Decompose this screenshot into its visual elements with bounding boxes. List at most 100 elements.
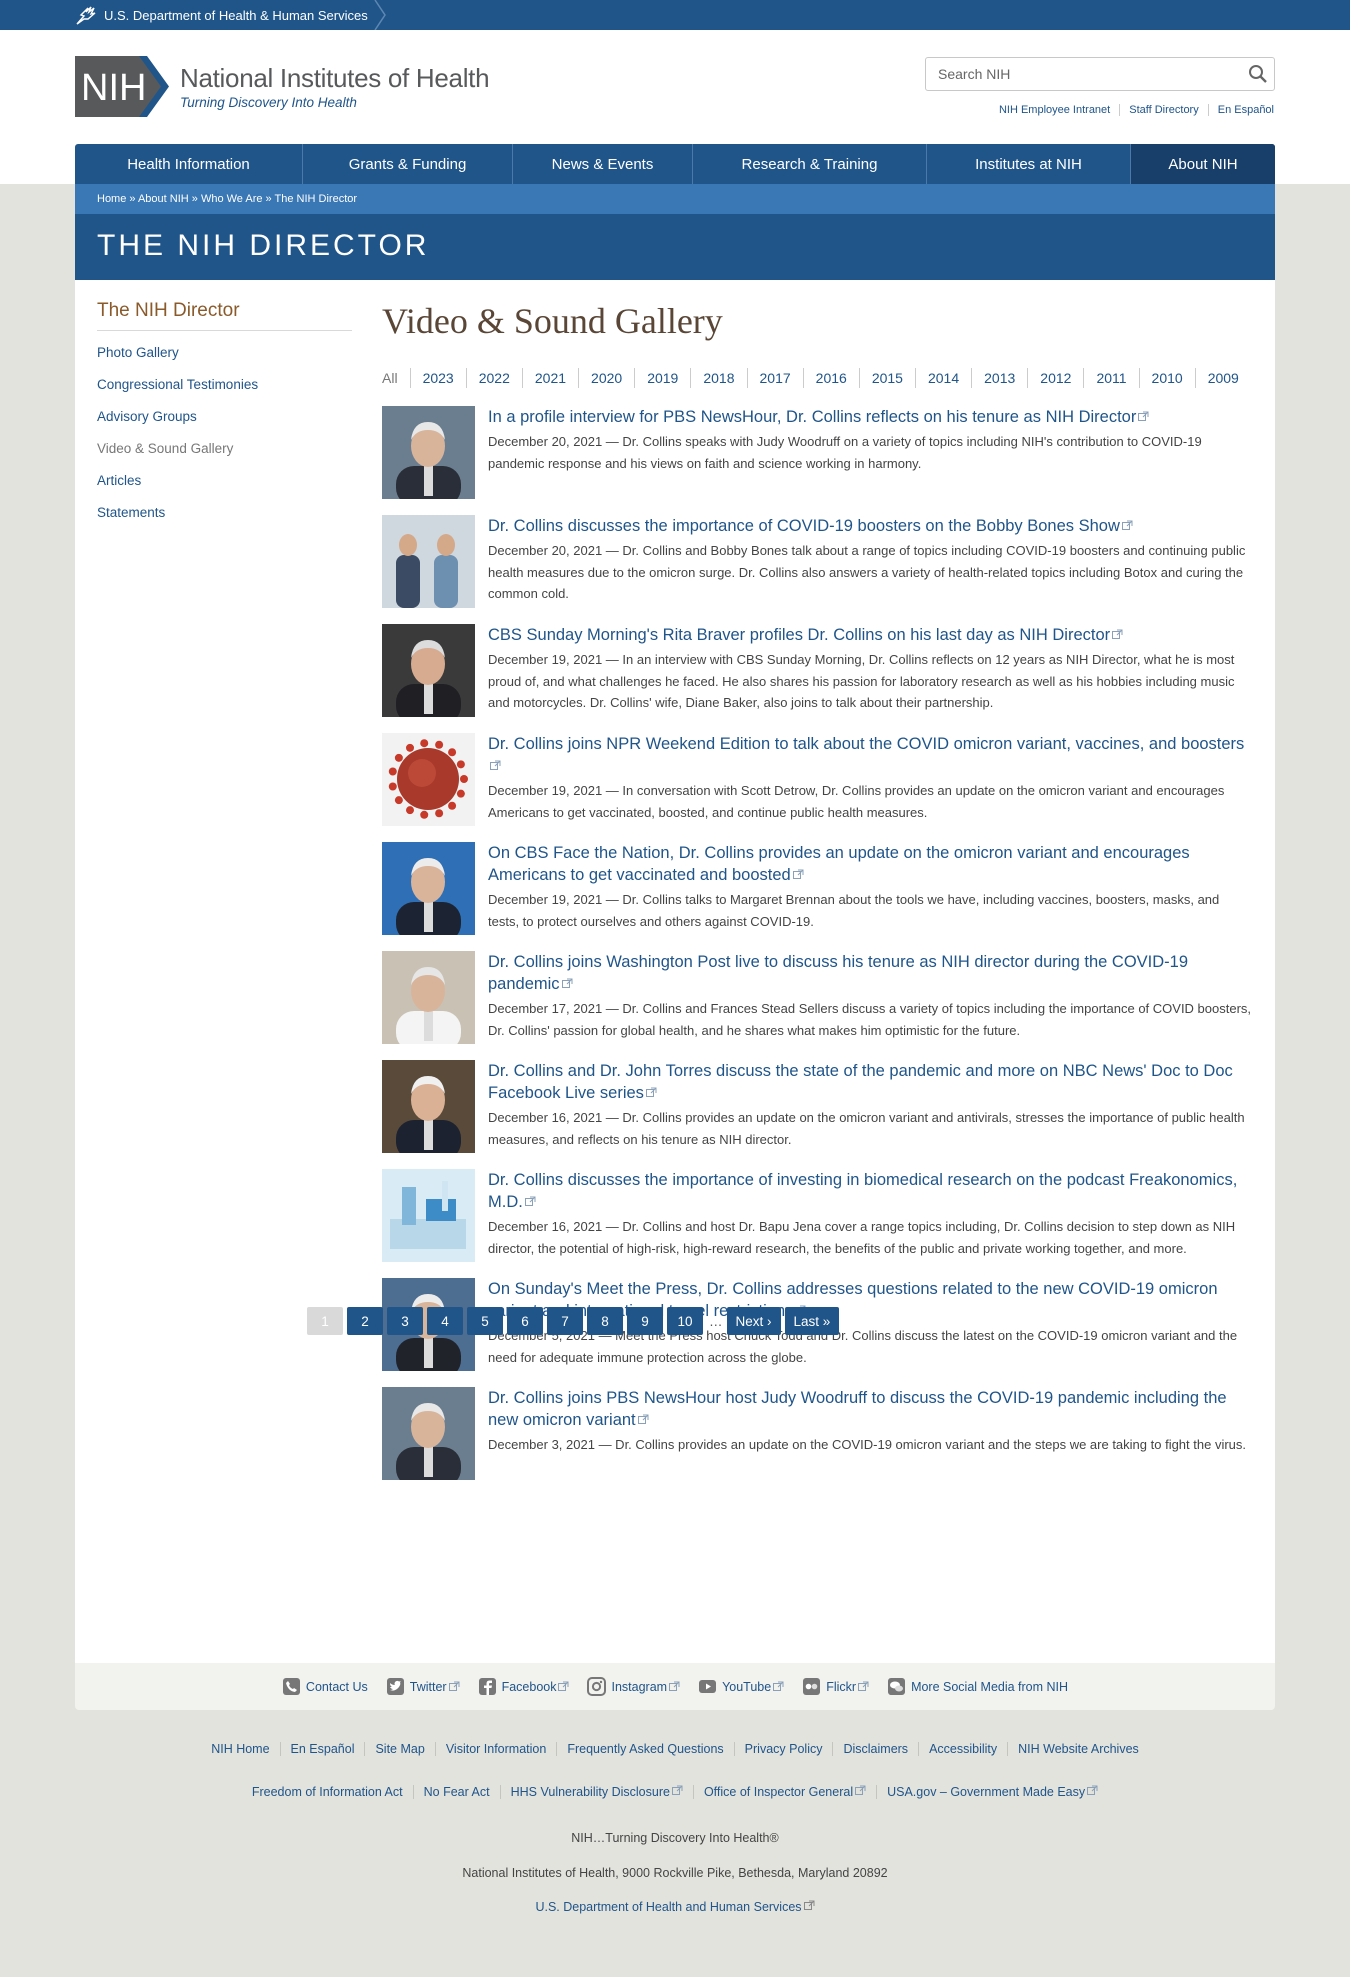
sidebar-heading[interactable]: The NIH Director (97, 300, 352, 331)
page-link-10[interactable]: 10 (667, 1307, 703, 1335)
footer-link[interactable]: Frequently Asked Questions (556, 1742, 733, 1756)
footer-link[interactable]: HHS Vulnerability Disclosure (499, 1785, 693, 1799)
gallery-item-title[interactable]: Dr. Collins joins NPR Weekend Edition to… (488, 735, 1244, 775)
footer-link[interactable]: Freedom of Information Act (242, 1785, 413, 1799)
nav-news-events[interactable]: News & Events (513, 144, 693, 184)
gallery-item-title[interactable]: On CBS Face the Nation, Dr. Collins prov… (488, 844, 1190, 884)
social-link-chat[interactable]: More Social Media from NIH (887, 1677, 1068, 1696)
external-link-icon (637, 1409, 649, 1424)
social-link-phone[interactable]: Contact Us (282, 1677, 368, 1696)
video-thumbnail[interactable] (382, 1060, 475, 1153)
year-filter-2023[interactable]: 2023 (409, 368, 466, 388)
video-thumbnail[interactable] (382, 624, 475, 717)
footer-link[interactable]: NIH Home (201, 1742, 279, 1756)
section-title-bar: THE NIH DIRECTOR (75, 214, 1275, 280)
social-link-facebook[interactable]: Facebook (478, 1677, 570, 1696)
video-thumbnail[interactable] (382, 733, 475, 826)
sidebar-item-statements: Statements (97, 503, 352, 535)
page-link-8[interactable]: 8 (587, 1307, 623, 1335)
year-filter-2012[interactable]: 2012 (1027, 368, 1083, 388)
year-filter-2016[interactable]: 2016 (802, 368, 859, 388)
page-link-3[interactable]: 3 (387, 1307, 423, 1335)
social-label: Instagram (611, 1679, 668, 1694)
hhs-link[interactable]: U.S. Department of Health & Human Servic… (74, 0, 368, 30)
year-filter-2010[interactable]: 2010 (1138, 368, 1195, 388)
footer-hhs-link[interactable]: U.S. Department of Health and Human Serv… (535, 1900, 815, 1914)
staff-directory-link[interactable]: Staff Directory (1119, 104, 1208, 116)
page-link-2[interactable]: 2 (347, 1307, 383, 1335)
en-espanol-link[interactable]: En Español (1207, 104, 1274, 116)
footer-address: National Institutes of Health, 9000 Rock… (462, 1866, 888, 1880)
twitter-icon (386, 1677, 405, 1696)
social-link-instagram[interactable]: Instagram (587, 1677, 680, 1696)
year-filter-2020[interactable]: 2020 (578, 368, 634, 388)
last-page-button[interactable]: Last » (784, 1307, 840, 1335)
video-thumbnail[interactable] (382, 951, 475, 1044)
page-link-7[interactable]: 7 (547, 1307, 583, 1335)
video-thumbnail[interactable] (382, 515, 475, 608)
social-link-twitter[interactable]: Twitter (386, 1677, 460, 1696)
footer-link[interactable]: Privacy Policy (733, 1742, 833, 1756)
nav-grants-funding[interactable]: Grants & Funding (303, 144, 513, 184)
footer-link[interactable]: No Fear Act (412, 1785, 500, 1799)
hhs-label: U.S. Department of Health & Human Servic… (104, 7, 368, 23)
gallery-item-title[interactable]: Dr. Collins discusses the importance of … (488, 517, 1133, 535)
video-thumbnail[interactable] (382, 1169, 475, 1262)
year-filter-2009[interactable]: 2009 (1194, 368, 1251, 388)
gallery-item-title[interactable]: In a profile interview for PBS NewsHour,… (488, 408, 1149, 426)
gallery-item-title[interactable]: Dr. Collins joins Washington Post live t… (488, 953, 1188, 993)
year-filter-2018[interactable]: 2018 (690, 368, 746, 388)
year-filter-2022[interactable]: 2022 (465, 368, 522, 388)
nav-about-nih[interactable]: About NIH (1131, 144, 1275, 184)
page-link-4[interactable]: 4 (427, 1307, 463, 1335)
sidebar-link[interactable]: Statements (97, 505, 165, 520)
video-thumbnail[interactable] (382, 842, 475, 935)
gallery-item-title[interactable]: Dr. Collins and Dr. John Torres discuss … (488, 1062, 1233, 1102)
footer-link[interactable]: Office of Inspector General (692, 1785, 876, 1799)
footer-link[interactable]: Disclaimers (832, 1742, 918, 1756)
hhs-eagle-icon (74, 4, 98, 26)
nav-health-information[interactable]: Health Information (75, 144, 303, 184)
footer-link[interactable]: En Español (279, 1742, 365, 1756)
sidebar-link[interactable]: Advisory Groups (97, 409, 197, 424)
year-filter-2014[interactable]: 2014 (914, 368, 971, 388)
phone-icon (282, 1677, 301, 1696)
nih-logo[interactable]: NIH National Institutes of Health Turnin… (75, 56, 490, 117)
page-link-5[interactable]: 5 (467, 1307, 503, 1335)
gallery-item-title[interactable]: CBS Sunday Morning's Rita Braver profile… (488, 626, 1123, 644)
search-input[interactable] (926, 58, 1226, 90)
footer-link[interactable]: USA.gov – Government Made Easy (876, 1785, 1108, 1799)
social-link-youtube[interactable]: YouTube (698, 1677, 784, 1696)
year-filter-2015[interactable]: 2015 (858, 368, 915, 388)
footer-link[interactable]: Accessibility (918, 1742, 1007, 1756)
footer-link-text: Freedom of Information Act (251, 1785, 403, 1799)
gallery-item-title[interactable]: Dr. Collins joins PBS NewsHour host Judy… (488, 1389, 1227, 1429)
sidebar-link[interactable]: Photo Gallery (97, 345, 179, 360)
footer-link[interactable]: NIH Website Archives (1007, 1742, 1149, 1756)
next-page-button[interactable]: Next › (726, 1307, 781, 1335)
breadcrumb-text[interactable]: Home » About NIH » Who We Are » The NIH … (97, 193, 357, 205)
logo-tagline: Turning Discovery Into Health (180, 95, 357, 110)
footer-link[interactable]: Site Map (364, 1742, 434, 1756)
year-filter-2019[interactable]: 2019 (634, 368, 690, 388)
video-thumbnail[interactable] (382, 406, 475, 499)
sidebar-link[interactable]: Congressional Testimonies (97, 377, 258, 392)
employee-intranet-link[interactable]: NIH Employee Intranet (990, 104, 1119, 116)
search-icon[interactable] (1248, 64, 1268, 84)
social-link-flickr[interactable]: Flickr (802, 1677, 869, 1696)
utility-links: NIH Employee Intranet Staff Directory En… (990, 104, 1274, 116)
nav-institutes[interactable]: Institutes at NIH (927, 144, 1131, 184)
year-filter-2011[interactable]: 2011 (1083, 368, 1138, 388)
page-link-6[interactable]: 6 (507, 1307, 543, 1335)
sidebar-link[interactable]: Articles (97, 473, 141, 488)
year-filter-2021[interactable]: 2021 (521, 368, 578, 388)
gallery-item-title-text: Dr. Collins discusses the importance of … (488, 1171, 1238, 1211)
footer-link[interactable]: Visitor Information (434, 1742, 557, 1756)
gallery-item-title[interactable]: Dr. Collins discusses the importance of … (488, 1171, 1237, 1211)
page-link-9[interactable]: 9 (627, 1307, 663, 1335)
year-filter-2017[interactable]: 2017 (746, 368, 803, 388)
year-filter-2013[interactable]: 2013 (971, 368, 1027, 388)
video-thumbnail[interactable] (382, 1387, 475, 1480)
year-filter: All 2023 2022 2021 2020 2019 2018 2017 2016 2015 2… (382, 368, 1252, 388)
nav-research-training[interactable]: Research & Training (693, 144, 927, 184)
